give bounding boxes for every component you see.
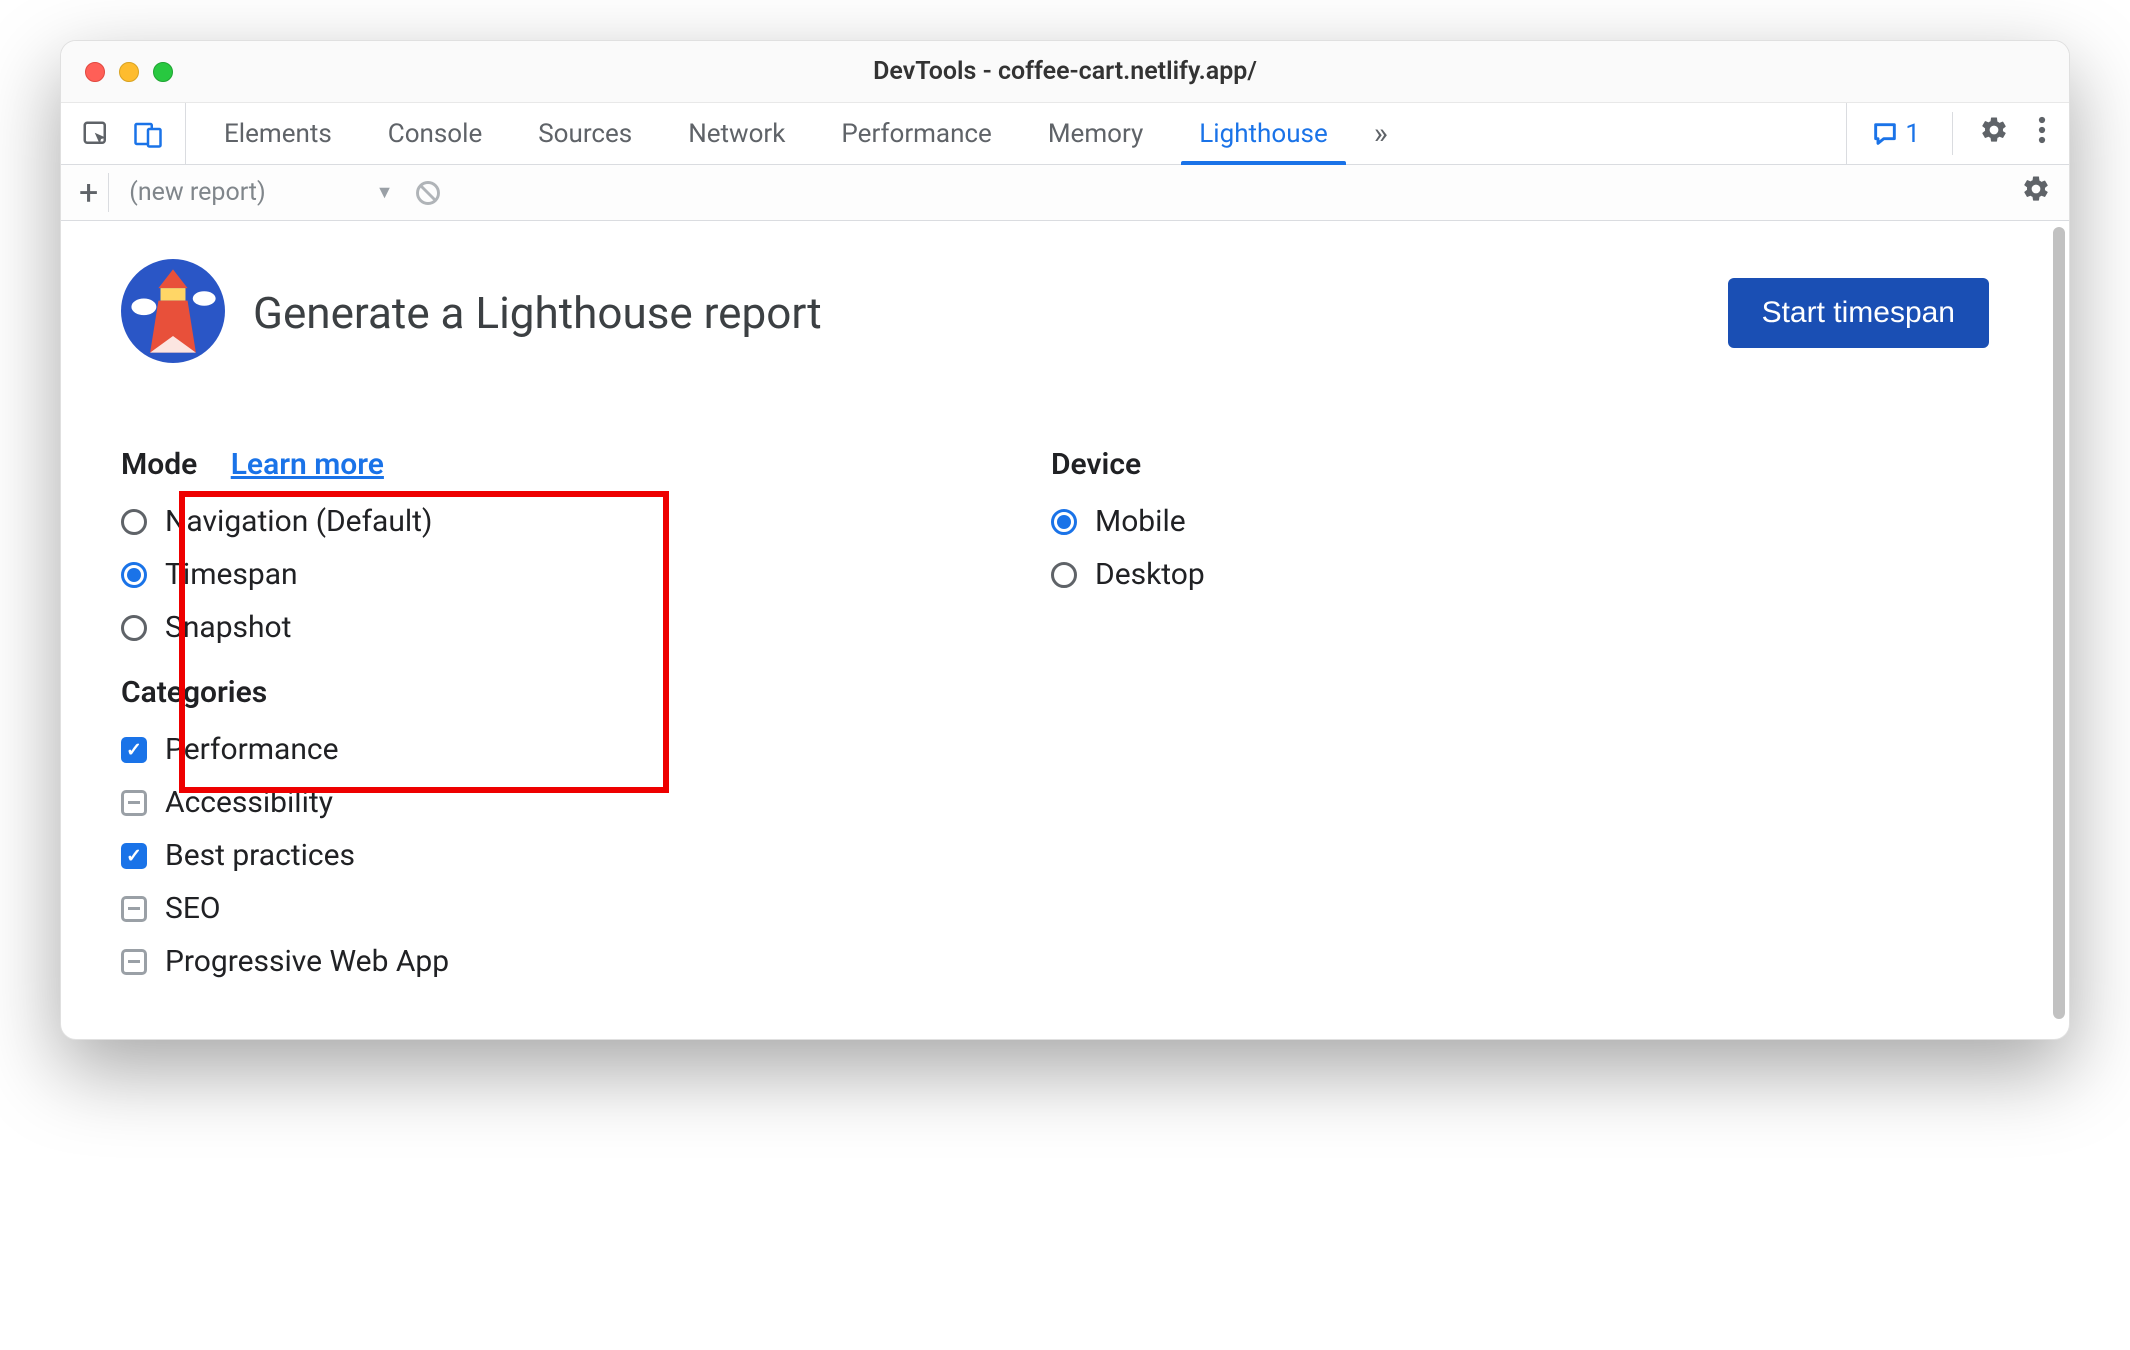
devtools-window: DevTools - coffee-cart.netlify.app/ [60,40,2070,1040]
device-option[interactable]: Mobile [1051,504,1989,539]
report-dropdown-label: (new report) [129,178,265,207]
inspect-icon[interactable] [81,119,111,149]
device-option-label: Mobile [1095,504,1186,539]
console-messages-count: 1 [1905,119,1920,149]
tabstrip: ElementsConsoleSourcesNetworkPerformance… [61,103,2069,165]
category-option-label: Performance [165,732,339,767]
radio-icon [1051,562,1077,588]
tab-elements[interactable]: Elements [196,103,360,164]
device-option-label: Desktop [1095,557,1205,592]
mode-option-label: Snapshot [165,610,291,645]
more-tabs-button[interactable]: » [1356,116,1406,151]
tab-performance[interactable]: Performance [813,103,1019,164]
category-option-label: Best practices [165,838,355,873]
learn-more-link[interactable]: Learn more [231,447,384,482]
traffic-lights [61,62,173,82]
page-title: Generate a Lighthouse report [253,287,822,339]
mode-option[interactable]: Timespan [121,557,1051,592]
categories-section: Categories ✓ Performance Accessibility ✓ Bes… [121,675,1051,979]
mode-section: Mode Learn more Navigation (Default) Time… [121,447,1051,979]
mode-option[interactable]: Navigation (Default) [121,504,1051,539]
report-dropdown[interactable]: (new report) ▼ [129,178,393,207]
close-window-button[interactable] [85,62,105,82]
category-option[interactable]: Progressive Web App [121,944,1051,979]
mode-option-label: Navigation (Default) [165,504,432,539]
minimize-window-button[interactable] [119,62,139,82]
radio-icon [121,615,147,641]
kebab-menu-icon[interactable] [2035,113,2049,155]
tab-network[interactable]: Network [660,103,813,164]
category-option[interactable]: ✓ Best practices [121,838,1051,873]
category-option-label: Progressive Web App [165,944,449,979]
lighthouse-logo-icon [121,259,225,367]
device-option[interactable]: Desktop [1051,557,1989,592]
chevron-down-icon: ▼ [376,182,394,203]
scrollbar-thumb[interactable] [2053,227,2065,1019]
category-option-label: SEO [165,891,221,926]
settings-icon[interactable] [1977,113,2011,154]
radio-icon [121,509,147,535]
checkbox-icon: ✓ [121,737,147,763]
tab-console[interactable]: Console [360,103,510,164]
panel-settings-icon[interactable] [2021,174,2051,211]
new-report-button[interactable]: + [79,173,109,212]
clear-icon[interactable] [414,179,442,207]
lighthouse-toolbar: + (new report) ▼ [61,165,2069,221]
lighthouse-header: Generate a Lighthouse report Start times… [121,259,1989,367]
device-section: Device Mobile Desktop [1051,447,1989,979]
start-timespan-button[interactable]: Start timespan [1728,278,1989,348]
mode-option[interactable]: Snapshot [121,610,1051,645]
scrollbar[interactable] [2049,221,2069,1039]
window-title: DevTools - coffee-cart.netlify.app/ [61,57,2069,86]
console-messages-badge[interactable]: 1 [1846,103,1928,164]
tab-memory[interactable]: Memory [1020,103,1171,164]
category-option[interactable]: ✓ Performance [121,732,1051,767]
categories-label: Categories [121,675,267,710]
radio-icon [1051,509,1077,535]
mode-option-label: Timespan [165,557,298,592]
tab-sources[interactable]: Sources [510,103,660,164]
category-option[interactable]: SEO [121,891,1051,926]
device-toggle-icon[interactable] [133,119,163,149]
tab-lighthouse[interactable]: Lighthouse [1171,103,1355,164]
maximize-window-button[interactable] [153,62,173,82]
mode-label: Mode [121,447,197,482]
category-option-label: Accessibility [165,785,333,820]
titlebar: DevTools - coffee-cart.netlify.app/ [61,41,2069,103]
checkbox-icon [121,790,147,816]
device-label: Device [1051,447,1141,482]
checkbox-icon: ✓ [121,843,147,869]
radio-icon [121,562,147,588]
category-option[interactable]: Accessibility [121,785,1051,820]
checkbox-icon [121,896,147,922]
checkbox-icon [121,949,147,975]
